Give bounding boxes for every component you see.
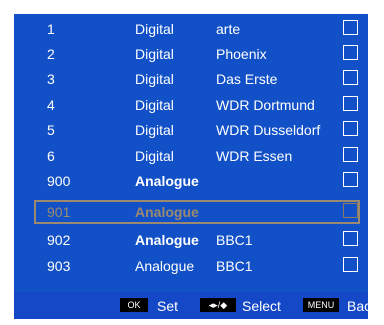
channel-name: WDR Dusseldorf [216,122,321,138]
channel-type: Digital [135,122,174,138]
set-label: Set [157,298,179,314]
channel-type: Analogue [135,258,195,274]
channel-number: 6 [47,148,55,164]
channel-number: 901 [47,204,71,220]
channel-checkbox[interactable] [343,20,358,35]
channel-checkbox[interactable] [343,203,358,218]
channel-checkbox[interactable] [343,96,358,111]
channel-name: Phoenix [216,46,267,62]
channel-name: WDR Dortmund [216,97,315,113]
channel-number: 1 [47,21,55,37]
channel-name: Das Erste [216,71,278,87]
channel-row[interactable]: 1 Digital arte [14,17,368,41]
channel-number: 903 [47,258,71,274]
channel-type: Digital [135,97,174,113]
channel-number: 3 [47,71,55,87]
channel-type: Analogue [135,204,199,220]
channel-checkbox[interactable] [343,257,358,272]
channel-type: Analogue [135,232,199,248]
channel-type: Digital [135,71,174,87]
footer-help-bar: OK Set ◂▸/◆ Select MENU Back [14,292,368,319]
channel-checkbox[interactable] [343,172,358,187]
channel-row[interactable]: 903 Analogue BBC1 [14,254,368,278]
channel-row[interactable]: 900 Analogue [14,169,368,193]
channel-number: 5 [47,122,55,138]
channel-number: 902 [47,232,71,248]
channel-checkbox[interactable] [343,121,358,136]
channel-row[interactable]: 3 Digital Das Erste [14,67,368,91]
channel-number: 900 [47,173,71,189]
tv-channel-list-screen: 1 Digital arte 2 Digital Phoenix 3 Digit… [0,0,384,325]
channel-checkbox[interactable] [343,147,358,162]
channel-type: Digital [135,21,174,37]
channel-name: BBC1 [216,258,253,274]
select-label: Select [242,298,281,314]
ok-key: OK [120,298,148,312]
channel-number: 2 [47,46,55,62]
channel-row[interactable]: 4 Digital WDR Dortmund [14,93,368,117]
nav-arrows-icon: ◂▸/◆ [200,298,236,312]
channel-number: 4 [47,97,55,113]
channel-row[interactable]: 2 Digital Phoenix [14,42,368,66]
back-label: Back [347,298,368,314]
channel-name: arte [216,21,241,37]
channel-row[interactable]: 5 Digital WDR Dusseldorf [14,118,368,142]
channel-row-selected[interactable]: 901 Analogue [34,200,360,224]
channel-type: Analogue [135,173,199,189]
channel-name: BBC1 [216,232,253,248]
channel-row[interactable]: 902 Analogue BBC1 [14,228,368,252]
channel-checkbox[interactable] [343,70,358,85]
channel-list-panel: 1 Digital arte 2 Digital Phoenix 3 Digit… [14,14,368,319]
menu-key: MENU [303,298,339,312]
channel-row[interactable]: 6 Digital WDR Essen [14,144,368,168]
channel-checkbox[interactable] [343,231,358,246]
channel-checkbox[interactable] [343,45,358,60]
channel-type: Digital [135,148,174,164]
channel-name: WDR Essen [216,148,293,164]
channel-type: Digital [135,46,174,62]
